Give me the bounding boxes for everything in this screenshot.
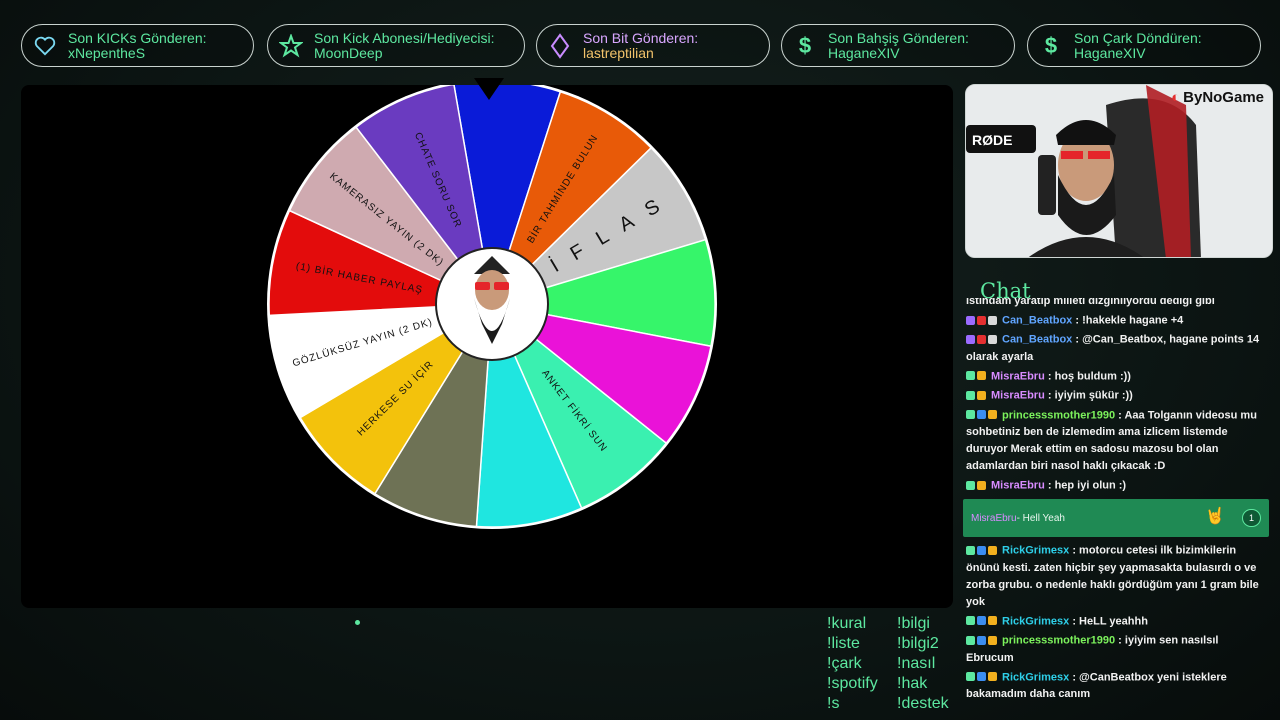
- rock-hand-icon: 🤘: [1205, 508, 1225, 526]
- alert-last-bit: Son Bit Gönderen: lastreptilian: [536, 24, 770, 67]
- brand-icon: ◐: [1171, 89, 1181, 106]
- chat-message: RickGrimesx : @CanBeatbox yeni isteklere…: [963, 668, 1269, 704]
- chat-message: MisraEbru : iyiyim şükür :)): [963, 386, 1269, 405]
- star-icon: [278, 33, 304, 59]
- command-item: !kural: [827, 615, 867, 632]
- chat-text: : iyiyim şükür :)): [1044, 389, 1133, 402]
- dollar-icon: $: [798, 32, 812, 58]
- command-item: !liste: [827, 635, 860, 652]
- badge-icons: [966, 632, 999, 649]
- badge-icons: [966, 477, 988, 494]
- chat-text: :: [1115, 707, 1122, 708]
- badge-icons: [966, 312, 999, 329]
- alert-last-wheel: $ Son Çark Döndüren: HaganeXIV: [1027, 24, 1261, 67]
- status-dot: [355, 620, 360, 625]
- chat-partial: istihdam yaratıp milleti dizginliyordu d…: [966, 298, 1215, 307]
- alert-value: MoonDeep: [314, 44, 383, 61]
- command-list: !kural !bilgi !liste !bilgi2 !çark !nası…: [827, 614, 962, 714]
- chat-user[interactable]: MisraEbru: [991, 479, 1045, 491]
- alert-label: Son KICKs Gönderen:: [68, 29, 207, 46]
- alert-value: HaganeXIV: [828, 44, 900, 61]
- alert-last-tip: $ Son Bahşiş Gönderen: HaganeXIV: [781, 24, 1015, 67]
- chat-text: : hep iyi olun :): [1044, 479, 1127, 492]
- dollar-icon: $: [1044, 32, 1058, 58]
- alert-label: Son Bahşiş Gönderen:: [828, 29, 969, 46]
- chat-message: RickGrimesx : HeLL yeahhh: [963, 612, 1269, 631]
- chat-list[interactable]: istihdam yaratıp milleti dizginliyordu d…: [963, 298, 1269, 708]
- badge-icons: [966, 368, 988, 385]
- heart-icon: [32, 33, 58, 59]
- chat-user[interactable]: princesssmother1990: [1002, 707, 1115, 708]
- webcam-image: RØDE: [966, 85, 1272, 257]
- badge-icons: [966, 613, 999, 630]
- brand-logo: ◐ ByNoGame: [1171, 89, 1264, 106]
- chat-user[interactable]: MisraEbru: [991, 370, 1045, 382]
- prize-wheel[interactable]: BİR TAHMİNDE BULUNİ F L A SANKET FİKRİ S…: [21, 85, 953, 608]
- alert-value: lastreptilian: [583, 44, 654, 61]
- webcam-feed: RØDE ◐ ByNoGame: [965, 84, 1273, 258]
- chat-user[interactable]: RickGrimesx: [1002, 615, 1069, 627]
- chat-user[interactable]: MisraEbru: [991, 390, 1045, 402]
- chat-user[interactable]: Can_Beatbox: [1002, 314, 1072, 326]
- svg-text:RØDE: RØDE: [972, 132, 1012, 148]
- alert-label: Son Çark Döndüren:: [1074, 29, 1202, 46]
- chat-user[interactable]: RickGrimesx: [1002, 671, 1069, 683]
- alert-value: xNepentheS: [68, 44, 146, 61]
- diamond-icon: [547, 32, 573, 59]
- chat-text: : hoş buldum :)): [1044, 370, 1131, 383]
- command-item: !bilgi: [897, 615, 930, 632]
- chat-text: - Hell Yeah: [1016, 512, 1065, 524]
- chat-user[interactable]: Can_Beatbox: [1002, 334, 1072, 346]
- alert-label: Son Kick Abonesi/Hediyecisi:: [314, 29, 495, 46]
- command-item: !çark: [827, 655, 862, 672]
- badge-icons: [966, 705, 999, 708]
- chat-text: : HeLL yeahhh: [1069, 615, 1148, 628]
- alert-label: Son Bit Gönderen:: [583, 29, 699, 46]
- chat-message: Can_Beatbox : !hakekle hagane +4: [963, 311, 1269, 330]
- chat-user: MisraEbru: [971, 512, 1017, 524]
- alert-last-sub: Son Kick Abonesi/Hediyecisi: MoonDeep: [267, 24, 525, 67]
- chat-message: princesssmother1990 : iyiyim sen nasılsı…: [963, 631, 1269, 667]
- badge-icons: [966, 387, 988, 404]
- chat-message: MisraEbru : hep iyi olun :): [963, 476, 1269, 495]
- chat-message: RickGrimesx : motorcu cetesi ilk bizimki…: [963, 541, 1269, 611]
- wheel-panel: BİR TAHMİNDE BULUN İ F L A S ANKET FİKRİ S…: [21, 85, 953, 608]
- chat-text: : !hakekle hagane +4: [1072, 314, 1184, 327]
- chat-user[interactable]: princesssmother1990: [1002, 409, 1115, 421]
- chat-user[interactable]: princesssmother1990: [1002, 635, 1115, 647]
- highlight-count: 1: [1241, 509, 1261, 528]
- command-item: !spotify: [827, 675, 878, 692]
- badge-icons: [966, 669, 999, 686]
- chat-message: MisraEbru : hoş buldum :)): [963, 367, 1269, 386]
- command-item: !destek: [897, 695, 949, 712]
- badge-icons: [966, 331, 999, 348]
- chat-user[interactable]: RickGrimesx: [1002, 545, 1069, 557]
- alert-value: HaganeXIV: [1074, 44, 1146, 61]
- chat-message: princesssmother1990 :: [963, 704, 1269, 708]
- wheel-pointer: [474, 78, 504, 100]
- chat-message: Can_Beatbox : @Can_Beatbox, hagane point…: [963, 330, 1269, 366]
- command-item: !bilgi2: [897, 635, 939, 652]
- chat-highlight: MisraEbru - Hell Yeah 🤘 1: [963, 499, 1269, 538]
- alerts-bar: Son KICKs Gönderen: xNepentheS Son Kick A…: [20, 24, 1265, 70]
- badge-icons: [966, 542, 999, 559]
- command-item: !hak: [897, 675, 928, 692]
- command-item: !nasıl: [897, 655, 936, 672]
- badge-icons: [966, 407, 999, 424]
- chat-message: princesssmother1990 : Aaa Tolganın video…: [963, 406, 1269, 476]
- command-item: !s: [827, 695, 840, 712]
- alert-last-kicks: Son KICKs Gönderen: xNepentheS: [21, 24, 254, 67]
